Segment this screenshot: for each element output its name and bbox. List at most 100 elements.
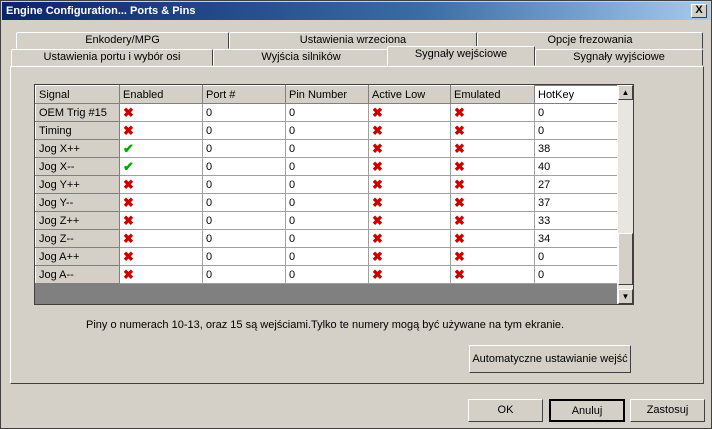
emulated-cell[interactable]: ✖ xyxy=(450,265,535,284)
enabled-cell[interactable]: ✔ xyxy=(119,157,203,176)
enabled-cell[interactable]: ✖ xyxy=(119,193,203,212)
signals-grid[interactable]: Signal Enabled Port # Pin Number Active … xyxy=(34,84,634,305)
pin-cell[interactable]: 0 xyxy=(285,247,369,266)
pin-cell[interactable]: 0 xyxy=(285,121,369,140)
signal-cell[interactable]: Jog Z++ xyxy=(35,211,120,230)
active-low-cell[interactable]: ✖ xyxy=(368,211,451,230)
tab-enkodery-mpg[interactable]: Enkodery/MPG xyxy=(16,32,229,49)
active-low-cell[interactable]: ✖ xyxy=(368,193,451,212)
emulated-cell[interactable]: ✖ xyxy=(450,157,535,176)
col-header-emulated[interactable]: Emulated xyxy=(450,85,535,104)
port-cell[interactable]: 0 xyxy=(202,139,286,158)
enabled-cell[interactable]: ✖ xyxy=(119,175,203,194)
table-row[interactable]: OEM Trig #15 ✖ 0 0 ✖ ✖ 0 xyxy=(35,103,619,122)
pin-cell[interactable]: 0 xyxy=(285,175,369,194)
active-low-cell[interactable]: ✖ xyxy=(368,247,451,266)
port-cell[interactable]: 0 xyxy=(202,229,286,248)
ok-button[interactable]: OK xyxy=(468,399,543,422)
signal-cell[interactable]: Timing xyxy=(35,121,120,140)
port-cell[interactable]: 0 xyxy=(202,157,286,176)
port-cell[interactable]: 0 xyxy=(202,175,286,194)
enabled-cell[interactable]: ✖ xyxy=(119,211,203,230)
col-header-port[interactable]: Port # xyxy=(202,85,286,104)
hotkey-cell[interactable]: 0 xyxy=(534,265,619,284)
vertical-scrollbar[interactable]: ▲ ▼ xyxy=(617,85,633,304)
hotkey-cell[interactable]: 38 xyxy=(534,139,619,158)
port-cell[interactable]: 0 xyxy=(202,121,286,140)
emulated-cell[interactable]: ✖ xyxy=(450,175,535,194)
tab-sygnaly-wejsciowe[interactable]: Sygnały wejściowe xyxy=(387,46,535,66)
port-cell[interactable]: 0 xyxy=(202,265,286,284)
tab-wyjscia-silnikow[interactable]: Wyjścia silników xyxy=(213,49,389,66)
active-low-cell[interactable]: ✖ xyxy=(368,175,451,194)
scroll-up-icon[interactable]: ▲ xyxy=(618,85,633,100)
emulated-cell[interactable]: ✖ xyxy=(450,193,535,212)
active-low-cell[interactable]: ✖ xyxy=(368,103,451,122)
active-low-cell[interactable]: ✖ xyxy=(368,157,451,176)
pin-cell[interactable]: 0 xyxy=(285,229,369,248)
emulated-cell[interactable]: ✖ xyxy=(450,121,535,140)
pin-cell[interactable]: 0 xyxy=(285,265,369,284)
port-cell[interactable]: 0 xyxy=(202,247,286,266)
emulated-cell[interactable]: ✖ xyxy=(450,247,535,266)
hotkey-cell[interactable]: 0 xyxy=(534,103,619,122)
signal-cell[interactable]: Jog Y-- xyxy=(35,193,120,212)
port-cell[interactable]: 0 xyxy=(202,103,286,122)
hotkey-cell[interactable]: 0 xyxy=(534,121,619,140)
signal-cell[interactable]: Jog X++ xyxy=(35,139,120,158)
table-row[interactable]: Jog X++ ✔ 0 0 ✖ ✖ 38 xyxy=(35,139,619,158)
hotkey-cell[interactable]: 40 xyxy=(534,157,619,176)
tab-ustawienia-portu[interactable]: Ustawienia portu i wybór osi xyxy=(11,49,213,66)
col-header-hotkey[interactable]: HotKey xyxy=(534,85,619,104)
port-cell[interactable]: 0 xyxy=(202,193,286,212)
emulated-cell[interactable]: ✖ xyxy=(450,229,535,248)
active-low-cell[interactable]: ✖ xyxy=(368,121,451,140)
signal-cell[interactable]: OEM Trig #15 xyxy=(35,103,120,122)
table-row[interactable]: Jog Z++ ✖ 0 0 ✖ ✖ 33 xyxy=(35,211,619,230)
tab-sygnaly-wyjsciowe[interactable]: Sygnały wyjściowe xyxy=(535,49,703,66)
table-row[interactable]: Jog A-- ✖ 0 0 ✖ ✖ 0 xyxy=(35,265,619,284)
col-header-enabled[interactable]: Enabled xyxy=(119,85,203,104)
signal-cell[interactable]: Jog A++ xyxy=(35,247,120,266)
hotkey-cell[interactable]: 0 xyxy=(534,247,619,266)
enabled-cell[interactable]: ✖ xyxy=(119,121,203,140)
table-row[interactable]: Jog Y-- ✖ 0 0 ✖ ✖ 37 xyxy=(35,193,619,212)
table-row[interactable]: Timing ✖ 0 0 ✖ ✖ 0 xyxy=(35,121,619,140)
enabled-cell[interactable]: ✖ xyxy=(119,229,203,248)
col-header-pin[interactable]: Pin Number xyxy=(285,85,369,104)
active-low-cell[interactable]: ✖ xyxy=(368,139,451,158)
signal-cell[interactable]: Jog Z-- xyxy=(35,229,120,248)
table-row[interactable]: Jog Y++ ✖ 0 0 ✖ ✖ 27 xyxy=(35,175,619,194)
signal-cell[interactable]: Jog A-- xyxy=(35,265,120,284)
emulated-cell[interactable]: ✖ xyxy=(450,139,535,158)
col-header-signal[interactable]: Signal xyxy=(35,85,120,104)
active-low-cell[interactable]: ✖ xyxy=(368,229,451,248)
pin-cell[interactable]: 0 xyxy=(285,103,369,122)
close-button[interactable]: X xyxy=(691,4,707,18)
emulated-cell[interactable]: ✖ xyxy=(450,103,535,122)
active-low-cell[interactable]: ✖ xyxy=(368,265,451,284)
signal-cell[interactable]: Jog X-- xyxy=(35,157,120,176)
pin-cell[interactable]: 0 xyxy=(285,211,369,230)
hotkey-cell[interactable]: 34 xyxy=(534,229,619,248)
pin-cell[interactable]: 0 xyxy=(285,193,369,212)
enabled-cell[interactable]: ✖ xyxy=(119,265,203,284)
signal-cell[interactable]: Jog Y++ xyxy=(35,175,120,194)
table-row[interactable]: Jog Z-- ✖ 0 0 ✖ ✖ 34 xyxy=(35,229,619,248)
pin-cell[interactable]: 0 xyxy=(285,139,369,158)
hotkey-cell[interactable]: 27 xyxy=(534,175,619,194)
hotkey-cell[interactable]: 33 xyxy=(534,211,619,230)
enabled-cell[interactable]: ✖ xyxy=(119,247,203,266)
table-row[interactable]: Jog X-- ✔ 0 0 ✖ ✖ 40 xyxy=(35,157,619,176)
emulated-cell[interactable]: ✖ xyxy=(450,211,535,230)
pin-cell[interactable]: 0 xyxy=(285,157,369,176)
port-cell[interactable]: 0 xyxy=(202,211,286,230)
enabled-cell[interactable]: ✖ xyxy=(119,103,203,122)
apply-button[interactable]: Zastosuj xyxy=(630,399,705,422)
col-header-active-low[interactable]: Active Low xyxy=(368,85,451,104)
cancel-button[interactable]: Anuluj xyxy=(549,399,625,422)
enabled-cell[interactable]: ✔ xyxy=(119,139,203,158)
scroll-thumb[interactable] xyxy=(618,233,633,285)
table-row[interactable]: Jog A++ ✖ 0 0 ✖ ✖ 0 xyxy=(35,247,619,266)
hotkey-cell[interactable]: 37 xyxy=(534,193,619,212)
